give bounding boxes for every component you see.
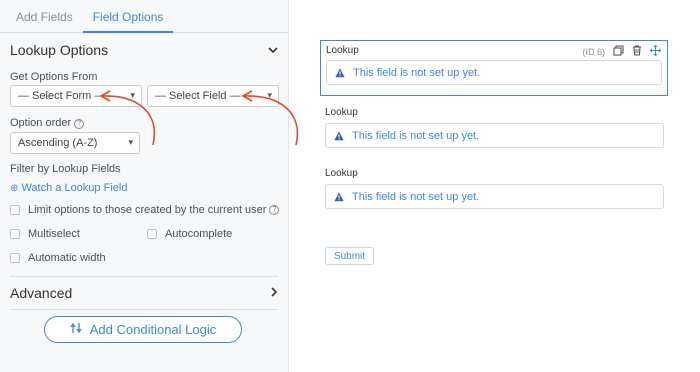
move-icon[interactable] [649, 44, 662, 58]
warning-icon [335, 68, 345, 77]
arrow-to-select-field [241, 90, 299, 146]
field-notice: This field is not set up yet. [326, 60, 662, 85]
duplicate-icon[interactable] [613, 45, 624, 58]
arrow-to-select-form [99, 90, 156, 146]
trash-icon[interactable] [632, 45, 642, 58]
field-id: (ID 6) [582, 46, 606, 57]
field-label: Lookup [325, 107, 358, 118]
lookup-field[interactable]: Lookup This field is not set up yet. [325, 107, 664, 148]
notice-text: This field is not set up yet. [353, 66, 481, 79]
lookup-field-selected[interactable]: Lookup (ID 6) This field is not set up y… [320, 40, 668, 96]
field-toolbar: (ID 6) [582, 44, 662, 58]
field-notice: This field is not set up yet. [325, 123, 664, 148]
submit-button[interactable]: Submit [325, 247, 374, 265]
warning-icon [334, 192, 344, 201]
warning-icon [334, 131, 344, 140]
notice-text: This field is not set up yet. [352, 190, 480, 203]
field-notice: This field is not set up yet. [325, 184, 664, 209]
notice-text: This field is not set up yet. [352, 129, 480, 142]
lookup-field[interactable]: Lookup This field is not set up yet. [325, 168, 664, 209]
field-label: Lookup [325, 168, 358, 179]
